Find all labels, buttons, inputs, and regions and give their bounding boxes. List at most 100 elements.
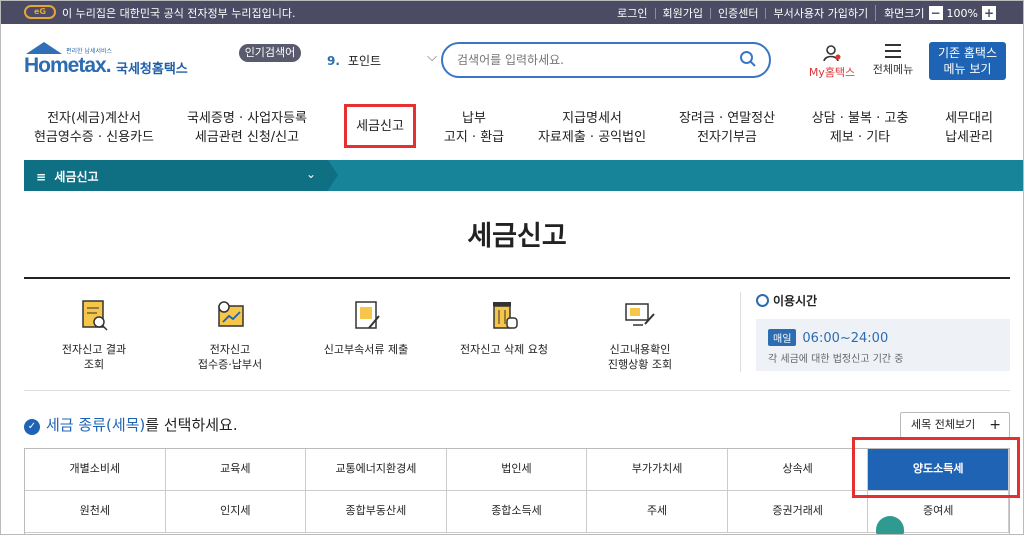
nav-line1: 국세증명 · 사업자등록 xyxy=(186,111,308,126)
brand-korean-name: 국세청홈택스 xyxy=(116,62,188,77)
heading-rest: 를 선택하세요. xyxy=(145,416,238,434)
nav-line1: 전자(세금)계산서 xyxy=(47,111,141,126)
gov-banner: eG 이 누리집은 대한민국 공식 전자정부 누리집입니다. 로그인 회원가입 … xyxy=(0,0,1024,24)
hours-time: 06:00~24:00 xyxy=(802,331,889,346)
service-progress-check[interactable]: 신고내용확인 진행상황 조회 xyxy=(580,298,700,372)
utility-links: 로그인 회원가입 인증센터 부서사용자 가입하기 화면크기 − 100% + xyxy=(610,5,996,21)
tax-type-button[interactable]: 증권거래세 xyxy=(727,491,869,533)
tax-type-button[interactable]: 부가가치세 xyxy=(587,449,728,491)
user-icon xyxy=(823,45,841,62)
popular-search-select[interactable]: 9. 포인트 ⌵ xyxy=(327,50,437,69)
nav-line2: 납세관리 xyxy=(945,130,993,145)
section-divider xyxy=(740,292,741,372)
tax-type-button[interactable]: 주세 xyxy=(587,491,728,533)
nav-item-payment[interactable]: 납부고지 · 환급 xyxy=(426,104,522,152)
nav-line1: 세무대리 xyxy=(945,111,993,126)
tax-type-button[interactable]: 원천세 xyxy=(25,491,166,533)
hours-note: 각 세금에 대한 법정신고 기간 중 xyxy=(768,354,904,365)
daily-badge: 매일 xyxy=(768,329,797,346)
nav-line2: 세금관련 신청/신고 xyxy=(194,130,300,145)
view-all-label: 세목 전체보기 xyxy=(911,418,976,431)
breadcrumb: ≡ 세금신고 ⌄ xyxy=(24,160,1024,191)
all-menu-label: 전체메뉴 xyxy=(872,63,914,76)
section-divider xyxy=(24,390,1010,391)
tax-type-button[interactable]: 상속세 xyxy=(727,449,869,491)
nav-line2: 고지 · 환급 xyxy=(443,130,505,145)
breadcrumb-label: 세금신고 xyxy=(54,170,99,184)
nav-item-incentives[interactable]: 장려금 · 연말정산전자기부금 xyxy=(662,104,792,152)
service-delete-request[interactable]: 전자신고 삭제 요청 xyxy=(444,298,564,357)
check-circle-icon: ✓ xyxy=(24,419,40,435)
tax-type-button[interactable]: 법인세 xyxy=(446,449,588,491)
tax-select-heading: ✓ 세금 종류(세목)를 선택하세요. xyxy=(24,414,238,435)
brand-logo-text: Hometax. xyxy=(24,54,112,77)
zoom-in-button[interactable]: + xyxy=(982,6,996,20)
signup-link[interactable]: 회원가입 xyxy=(654,7,710,19)
menu-icon: ≡ xyxy=(36,170,47,184)
popular-search-tag: 인기검색어 xyxy=(239,44,301,62)
clock-icon xyxy=(756,294,769,307)
nav-line1: 지급명세서 xyxy=(562,111,622,126)
service-label-line2: 진행상황 조회 xyxy=(607,358,673,371)
monitor-pen-icon xyxy=(625,303,655,326)
tax-type-button[interactable]: 종합부동산세 xyxy=(306,491,447,533)
nav-item-e-invoice[interactable]: 전자(세금)계산서 현금영수증 · 신용카드 xyxy=(24,104,164,152)
cert-center-link[interactable]: 인증센터 xyxy=(710,7,765,19)
service-label-line2: 조회 xyxy=(83,358,105,371)
service-label-line1: 신고부속서류 제출 xyxy=(323,343,409,356)
tax-type-button[interactable]: 교육세 xyxy=(165,449,307,491)
tax-type-grid: 개별소비세 교육세 교통에너지환경세 법인세 부가가치세 상속세 양도소득세 원천세 인지세 종합… xyxy=(24,448,1010,535)
search-input[interactable] xyxy=(457,52,727,68)
tax-type-button[interactable]: 종합소득세 xyxy=(446,491,588,533)
hours-title: 이용시간 xyxy=(773,294,818,308)
tax-type-button[interactable]: 양도소득세 xyxy=(868,449,1009,491)
service-label-line2: 접수증·납부서 xyxy=(197,358,263,371)
nav-line1: 장려금 · 연말정산 xyxy=(678,111,776,126)
popular-keyword: 포인트 xyxy=(347,54,382,68)
zoom-out-button[interactable]: − xyxy=(928,6,943,20)
popular-rank: 9. xyxy=(327,54,340,68)
nav-item-consulting[interactable]: 상담 · 불복 · 고충 제보 · 기타 xyxy=(792,104,928,152)
breadcrumb-dropdown[interactable]: ≡ 세금신고 ⌄ xyxy=(24,160,328,191)
nav-item-tax-agent[interactable]: 세무대리납세관리 xyxy=(928,104,1010,152)
nav-item-statements[interactable]: 지급명세서자료제출 · 공익법인 xyxy=(522,104,662,152)
title-divider xyxy=(24,277,1010,279)
tax-type-button[interactable]: 인지세 xyxy=(165,491,307,533)
house-roof-icon xyxy=(26,42,62,54)
service-efile-result[interactable]: 전자신고 결과 조회 xyxy=(34,298,154,372)
hometax-logo[interactable]: 편리한 납세서비스 Hometax. 국세청홈택스 xyxy=(24,42,194,78)
search-box xyxy=(441,42,771,78)
breadcrumb-arrow xyxy=(328,160,338,190)
service-label-line1: 전자신고 xyxy=(209,343,251,356)
nav-line1: 세금신고 xyxy=(356,118,404,134)
nav-item-certificates[interactable]: 국세증명 · 사업자등록세금관련 신청/신고 xyxy=(164,104,330,152)
nav-line1: 상담 · 불복 · 고충 xyxy=(811,111,909,126)
page-title: 세금신고 xyxy=(467,221,567,252)
service-attachments[interactable]: 신고부속서류 제출 xyxy=(306,298,426,357)
zoom-label: 화면크기 xyxy=(884,7,925,20)
old-menu-line2: 메뉴 보기 xyxy=(943,62,992,76)
nav-line2: 자료제출 · 공익법인 xyxy=(537,130,647,145)
service-receipt[interactable]: 전자신고 접수증·납부서 xyxy=(170,298,290,372)
gov-banner-message: 이 누리집은 대한민국 공식 전자정부 누리집입니다. xyxy=(62,7,296,20)
my-hometax-label: My홈택스 xyxy=(808,66,856,79)
dept-user-signup-link[interactable]: 부서사용자 가입하기 xyxy=(765,7,875,19)
trash-hand-icon xyxy=(493,302,518,329)
nav-item-tax-filing[interactable]: 세금신고 xyxy=(344,104,416,148)
login-link[interactable]: 로그인 xyxy=(610,8,654,19)
nav-line2: 전자기부금 xyxy=(697,130,757,145)
tax-type-button[interactable]: 교통에너지환경세 xyxy=(306,449,447,491)
zoom-control: 화면크기 − 100% + xyxy=(875,5,996,21)
my-hometax-button[interactable]: My홈택스 xyxy=(806,44,858,80)
document-pen-icon xyxy=(355,301,380,329)
document-search-icon xyxy=(82,300,108,331)
view-all-tax-button[interactable]: 세목 전체보기 + xyxy=(900,412,1010,438)
tax-type-button[interactable]: 개별소비세 xyxy=(25,449,166,491)
chevron-down-icon: ⌵ xyxy=(427,50,437,65)
hours-box: 매일 06:00~24:00 각 세금에 대한 법정신고 기간 중 xyxy=(756,319,1010,371)
search-icon[interactable] xyxy=(739,50,757,68)
old-menu-line1: 기존 홈택스 xyxy=(937,46,997,60)
nav-line1: 납부 xyxy=(462,111,486,126)
old-menu-button[interactable]: 기존 홈택스 메뉴 보기 xyxy=(929,42,1006,80)
all-menu-button[interactable]: 전체메뉴 xyxy=(868,44,918,77)
